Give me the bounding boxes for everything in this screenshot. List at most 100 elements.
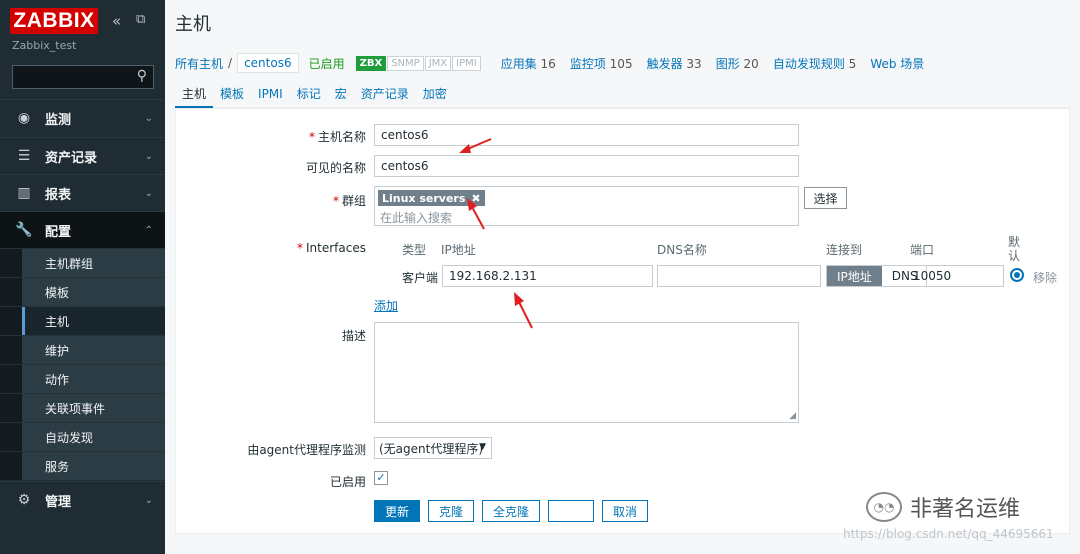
gear-icon: ⚙ [17,492,31,508]
host-name-input[interactable]: centos6 [374,124,799,146]
iface-header-port: 端口 [910,243,935,257]
bar-chart-icon: ▥ [17,185,31,201]
group-search-placeholder[interactable]: 在此输入搜索 [380,209,452,226]
eye-icon: ◉ [17,110,31,126]
menu-label: 管理 [45,494,72,510]
enabled-checkbox[interactable]: ✓ [374,471,388,485]
breadcrumb-separator: / [228,56,233,70]
zbx-badge: ZBX [355,55,387,71]
nav-graphs[interactable]: 图形 20 [716,55,759,72]
select-groups-button[interactable]: 选择 [804,187,847,209]
host-form: * 主机名称 centos6 可见的名称 centos6 * 群组 Linux se… [175,108,1070,534]
proxy-select[interactable]: (无agent代理程序) ▼ [374,437,492,459]
group-chip-label: Linux servers [382,191,466,205]
search-icon[interactable]: ⚲ [137,68,147,84]
add-interface-link[interactable]: 添加 [374,297,398,314]
iface-header-connect: 连接到 [826,243,863,257]
clone-button[interactable]: 克隆 [428,500,474,522]
nav-web-scenarios[interactable]: Web 场景 [870,55,924,72]
groups-multiselect[interactable]: Linux servers ✖ 在此输入搜索 [374,186,799,226]
menu-label: 监测 [45,112,72,128]
availability-badges: ZBX SNMP JMX IPMI [355,55,482,71]
host-nav: 应用集 16 监控项 105 触发器 33 图形 20 自动发现规则 5 Web… [487,55,925,72]
breadcrumb-current-host[interactable]: centos6 [237,53,299,73]
proxy-label: 由agent代理程序监测 [247,443,366,457]
list-icon: ☰ [17,148,31,164]
nav-applications[interactable]: 应用集 16 [501,55,556,72]
resize-handle-icon[interactable]: ◢ [789,411,796,421]
sidebar-search-input[interactable]: ⚲ [12,65,154,89]
kiosk-mode-icon[interactable]: ⧉ [136,12,145,27]
submenu-actions[interactable]: 动作 [0,364,165,393]
page-title: 主机 [175,14,211,35]
interface-port-input[interactable]: 10050 [913,265,1004,287]
tab-tags[interactable]: 标记 [290,86,328,108]
description-textarea[interactable]: ◢ [374,322,799,423]
iface-header-type: 类型 [402,243,427,257]
connect-ip-option[interactable]: IP地址 [827,266,882,286]
dropdown-arrow-icon: ▼ [479,442,486,452]
wechat-icon: ◔◔ [866,492,902,522]
chevron-up-icon: ⌃ [144,224,153,236]
menu-administration[interactable]: ⚙ 管理 ⌄ [0,481,165,518]
proxy-select-value: (无agent代理程序) [379,441,484,456]
host-name-label: * 主机名称 [308,130,366,144]
tab-encryption[interactable]: 加密 [416,86,454,108]
nav-items[interactable]: 监控项 105 [570,55,633,72]
snmp-badge: SNMP [387,55,424,71]
watermark-url: https://blog.csdn.net/qq_44695661 [843,527,1054,541]
remove-interface-link[interactable]: 移除 [1033,269,1057,286]
menu-configuration[interactable]: 🔧 配置 ⌃ [0,211,165,248]
tab-inventory[interactable]: 资产记录 [354,86,416,108]
tab-templates[interactable]: 模板 [213,86,251,108]
delete-button[interactable] [548,500,594,522]
chevron-down-icon: ⌄ [144,150,153,162]
submenu-maintenance[interactable]: 维护 [0,335,165,364]
iface-header-ip: IP地址 [441,243,476,257]
menu-label: 报表 [45,187,72,203]
chevron-down-icon: ⌄ [144,494,153,506]
tab-host[interactable]: 主机 [175,86,214,108]
menu-monitoring[interactable]: ◉ 监测 ⌄ [0,99,165,136]
groups-label: * 群组 [332,194,366,208]
interface-dns-input[interactable] [657,265,821,287]
enabled-label: 已启用 [329,475,366,489]
config-submenu: 主机群组 模板 主机 维护 动作 关联项事件 自动发现 服务 [0,248,165,480]
interface-ip-input[interactable]: 192.168.2.131 [442,265,653,287]
default-interface-radio[interactable] [1010,268,1024,282]
remove-chip-icon[interactable]: ✖ [471,192,480,205]
visible-name-label: 可见的名称 [305,161,366,175]
ipmi-badge: IPMI [452,55,481,71]
breadcrumb-all-hosts[interactable]: 所有主机 [175,55,223,72]
nav-triggers[interactable]: 触发器 33 [647,55,702,72]
submenu-host-groups[interactable]: 主机群组 [0,248,165,277]
collapse-sidebar-icon[interactable]: « [112,12,121,30]
submenu-hosts[interactable]: 主机 [0,306,165,335]
wrench-icon: 🔧 [15,222,33,238]
tab-macros[interactable]: 宏 [328,86,354,108]
menu-inventory[interactable]: ☰ 资产记录 ⌄ [0,137,165,174]
watermark: ◔◔ 非著名运维 [866,491,1020,523]
full-clone-button[interactable]: 全克隆 [482,500,540,522]
submenu-templates[interactable]: 模板 [0,277,165,306]
tab-ipmi[interactable]: IPMI [251,86,290,108]
server-name: Zabbix_test [12,39,77,52]
group-chip[interactable]: Linux servers ✖ [378,190,485,206]
iface-header-dns: DNS名称 [657,243,707,257]
chevron-down-icon: ⌄ [144,187,153,199]
breadcrumb: 所有主机 / centos6 已启用 ZBX SNMP JMX IPMI 应用集… [175,52,924,74]
zabbix-logo[interactable]: ZABBIX [10,8,98,34]
submenu-event-correlation[interactable]: 关联项事件 [0,393,165,422]
chevron-down-icon: ⌄ [144,112,153,124]
visible-name-input[interactable]: centos6 [374,155,799,177]
cancel-button[interactable]: 取消 [602,500,648,522]
iface-header-default: 默认 [1008,235,1021,263]
nav-discovery-rules[interactable]: 自动发现规则 5 [773,55,856,72]
submenu-discovery[interactable]: 自动发现 [0,422,165,451]
host-tabs: 主机 模板 IPMI 标记 宏 资产记录 加密 [175,86,1070,108]
host-status-enabled[interactable]: 已启用 [309,55,345,72]
update-button[interactable]: 更新 [374,500,420,522]
submenu-services[interactable]: 服务 [0,451,165,480]
menu-reports[interactable]: ▥ 报表 ⌄ [0,174,165,211]
jmx-badge: JMX [424,55,452,71]
